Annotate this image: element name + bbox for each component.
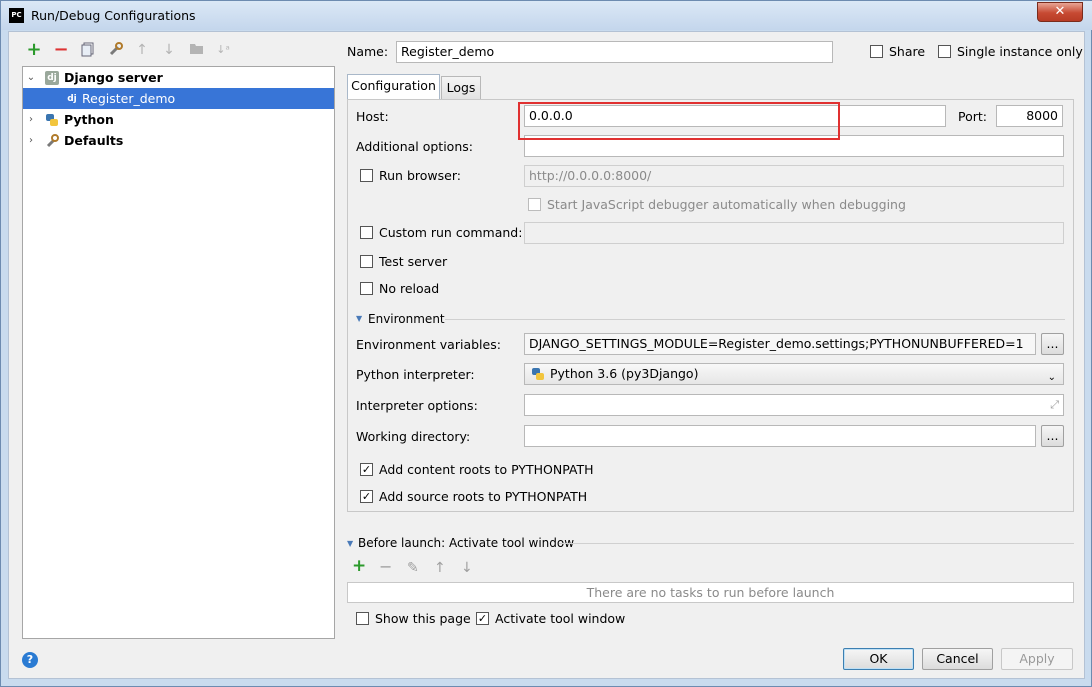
- tree-item-label: Defaults: [64, 133, 124, 148]
- section-divider: [559, 543, 1074, 544]
- python-icon: [46, 114, 58, 126]
- custom-run-label: Custom run command:: [379, 225, 523, 240]
- copy-icon[interactable]: [80, 42, 96, 58]
- no-reload-checkbox[interactable]: [360, 282, 373, 295]
- name-field[interactable]: Register_demo: [396, 41, 833, 63]
- dialog-client: + − ↑ ↓ ↓ᵃ ⌄ dj Django server dj Registe…: [8, 31, 1085, 679]
- chevron-down-icon[interactable]: ⌄: [26, 67, 36, 88]
- chevron-down-icon: ⌄: [1047, 372, 1056, 383]
- edit-task-icon[interactable]: ✎: [407, 560, 419, 576]
- chevron-right-icon[interactable]: ›: [26, 109, 36, 130]
- python-interpreter-select[interactable]: Python 3.6 (py3Django) ⌄: [524, 363, 1064, 385]
- env-vars-label: Environment variables:: [356, 337, 501, 352]
- remove-icon[interactable]: −: [53, 41, 69, 59]
- activate-tool-label: Activate tool window: [495, 611, 626, 626]
- single-instance-label: Single instance only: [957, 44, 1083, 59]
- help-button[interactable]: ?: [22, 652, 38, 668]
- custom-run-field: [524, 222, 1064, 244]
- chevron-right-icon[interactable]: ›: [26, 130, 36, 151]
- window-title: Run/Debug Configurations: [31, 8, 196, 23]
- cancel-button[interactable]: Cancel: [922, 648, 993, 670]
- show-page-checkbox[interactable]: [356, 612, 369, 625]
- no-reload-label: No reload: [379, 281, 440, 296]
- share-label: Share: [889, 44, 926, 59]
- tree-item-label: Register_demo: [82, 91, 176, 106]
- working-directory-field[interactable]: [524, 425, 1036, 447]
- expand-icon[interactable]: ⤢: [1050, 395, 1059, 415]
- add-task-icon[interactable]: +: [352, 556, 366, 576]
- python-interpreter-value: Python 3.6 (py3Django): [550, 366, 699, 381]
- content-roots-checkbox[interactable]: ✓: [360, 463, 373, 476]
- tree-item-defaults[interactable]: › Defaults: [23, 130, 334, 151]
- test-server-label: Test server: [379, 254, 448, 269]
- host-highlight-box: [518, 102, 840, 140]
- tree-item-django-server[interactable]: ⌄ dj Django server: [23, 67, 334, 88]
- title-bar: PC Run/Debug Configurations ✕: [1, 1, 1092, 30]
- js-debugger-checkbox: [528, 198, 541, 211]
- folder-icon[interactable]: [188, 42, 204, 58]
- additional-options-label: Additional options:: [356, 139, 473, 154]
- source-roots-checkbox[interactable]: ✓: [360, 490, 373, 503]
- django-icon: dj: [45, 71, 59, 85]
- pycharm-icon: PC: [9, 8, 24, 23]
- wrench-icon: [46, 134, 59, 148]
- environment-section-title: Environment: [368, 312, 445, 326]
- before-launch-task-list: There are no tasks to run before launch: [347, 582, 1074, 603]
- move-task-down-icon[interactable]: ↓: [461, 560, 473, 576]
- share-checkbox[interactable]: [870, 45, 883, 58]
- source-roots-label: Add source roots to PYTHONPATH: [379, 489, 588, 504]
- env-vars-field[interactable]: DJANGO_SETTINGS_MODULE=Register_demo.set…: [524, 333, 1036, 355]
- run-browser-checkbox[interactable]: [360, 169, 373, 182]
- name-label: Name:: [347, 44, 389, 59]
- remove-task-icon[interactable]: −: [379, 557, 392, 576]
- django-icon: dj: [65, 92, 79, 106]
- move-down-icon[interactable]: ↓: [161, 42, 177, 58]
- move-task-up-icon[interactable]: ↑: [434, 560, 446, 576]
- port-label: Port:: [958, 109, 987, 124]
- custom-run-checkbox[interactable]: [360, 226, 373, 239]
- tab-logs[interactable]: Logs: [441, 76, 481, 99]
- tree-item-label: Python: [64, 112, 114, 127]
- interpreter-options-label: Interpreter options:: [356, 398, 478, 413]
- working-directory-label: Working directory:: [356, 429, 471, 444]
- before-launch-title: Before launch: Activate tool window: [358, 536, 575, 550]
- collapse-triangle-icon[interactable]: ▼: [347, 539, 353, 548]
- single-instance-checkbox[interactable]: [938, 45, 951, 58]
- python-interpreter-label: Python interpreter:: [356, 367, 475, 382]
- configuration-panel: [347, 99, 1074, 512]
- collapse-triangle-icon[interactable]: ▼: [356, 314, 362, 323]
- sort-icon[interactable]: ↓ᵃ: [215, 42, 231, 58]
- close-button[interactable]: ✕: [1037, 2, 1083, 22]
- move-up-icon[interactable]: ↑: [134, 42, 150, 58]
- js-debugger-label: Start JavaScript debugger automatically …: [547, 197, 906, 212]
- tree-item-register-demo[interactable]: dj Register_demo: [23, 88, 334, 109]
- run-browser-url-field: http://0.0.0.0:8000/: [524, 165, 1064, 187]
- env-vars-browse-button[interactable]: ...: [1041, 333, 1064, 355]
- section-divider: [445, 319, 1065, 320]
- show-page-label: Show this page: [375, 611, 471, 626]
- interpreter-options-field[interactable]: ⤢: [524, 394, 1064, 416]
- host-label: Host:: [356, 109, 389, 124]
- content-roots-label: Add content roots to PYTHONPATH: [379, 462, 594, 477]
- python-icon: [532, 368, 544, 380]
- dialog-window: PC Run/Debug Configurations ✕ + − ↑ ↓ ↓ᵃ…: [0, 0, 1092, 687]
- configuration-tree: ⌄ dj Django server dj Register_demo › Py…: [22, 66, 335, 639]
- test-server-checkbox[interactable]: [360, 255, 373, 268]
- add-icon[interactable]: +: [26, 41, 42, 59]
- activate-tool-checkbox[interactable]: ✓: [476, 612, 489, 625]
- port-field[interactable]: 8000: [996, 105, 1063, 127]
- working-directory-browse-button[interactable]: ...: [1041, 425, 1064, 447]
- tab-configuration[interactable]: Configuration: [347, 74, 440, 99]
- wrench-icon[interactable]: [107, 42, 123, 58]
- run-browser-label: Run browser:: [379, 168, 461, 183]
- ok-button[interactable]: OK: [843, 648, 914, 670]
- tree-item-label: Django server: [64, 70, 163, 85]
- tree-item-python[interactable]: › Python: [23, 109, 334, 130]
- apply-button[interactable]: Apply: [1001, 648, 1073, 670]
